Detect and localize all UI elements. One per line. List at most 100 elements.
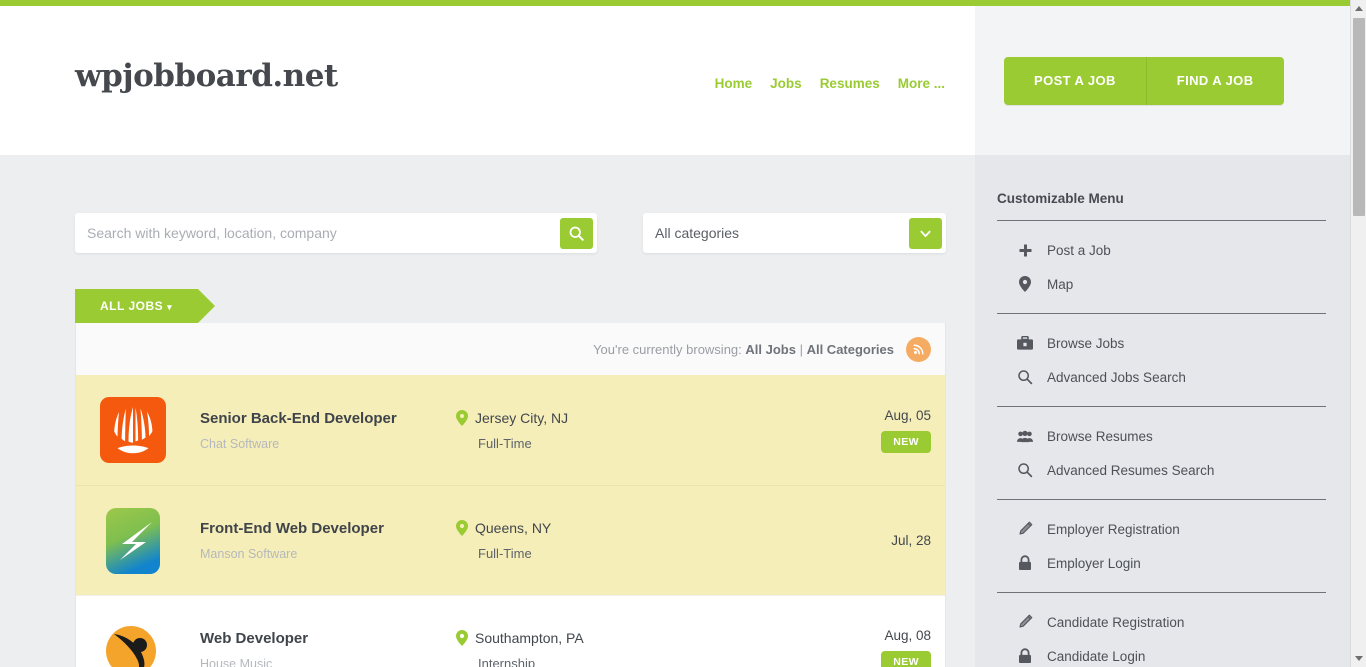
sidebar-item-candidate-login[interactable]: Candidate Login: [997, 639, 1326, 667]
scrollbar-thumb[interactable]: [1353, 18, 1365, 216]
sidebar-item-employer-registration[interactable]: Employer Registration: [997, 512, 1326, 546]
job-primary-info: Senior Back-End Developer Chat Software: [166, 410, 456, 451]
triangle-down-icon: [1355, 656, 1363, 661]
nav-item-resumes[interactable]: Resumes: [820, 76, 880, 91]
job-city: Queens, NY: [475, 520, 552, 536]
search-icon: [569, 226, 584, 241]
tab-all-jobs-label: ALL JOBS: [100, 299, 164, 313]
sidebar-item-browse-resumes[interactable]: Browse Resumes: [997, 419, 1326, 453]
company-logo-orange-black-swoosh: [100, 617, 166, 667]
sidebar-item-advanced-resumes-search[interactable]: Advanced Resumes Search: [997, 453, 1326, 487]
job-row[interactable]: Web Developer House Music Southampton, P…: [76, 595, 945, 667]
sidebar-item-map[interactable]: Map: [997, 267, 1326, 301]
search-box: [75, 213, 597, 253]
nav-item-more[interactable]: More ...: [898, 76, 945, 91]
search-row: All categories: [0, 155, 975, 263]
sidebar-item-label: Advanced Resumes Search: [1047, 462, 1215, 478]
sidebar-item-label: Browse Jobs: [1047, 335, 1125, 351]
sidebar-item-advanced-jobs-search[interactable]: Advanced Jobs Search: [997, 360, 1326, 394]
job-primary-info: Web Developer House Music: [166, 630, 456, 667]
job-meta: Jul, 28: [845, 533, 931, 548]
nav-item-home[interactable]: Home: [715, 76, 753, 91]
job-location-info: Queens, NY Full-Time: [456, 520, 786, 561]
rss-icon: [913, 344, 924, 355]
chevron-down-icon: ▾: [167, 302, 173, 312]
map-pin-icon: [1017, 276, 1033, 292]
sidebar-item-browse-jobs[interactable]: Browse Jobs: [997, 326, 1326, 360]
sidebar-item-label: Advanced Jobs Search: [1047, 369, 1186, 385]
sidebar-group-candidate: Candidate Registration Candidate Login: [997, 593, 1326, 667]
browsing-status-bar: You're currently browsing: All Jobs | Al…: [76, 323, 945, 375]
find-a-job-button[interactable]: FIND A JOB: [1145, 57, 1284, 105]
job-meta: Aug, 05 NEW: [845, 408, 931, 453]
sidebar-item-label: Employer Login: [1047, 555, 1141, 571]
primary-nav: Home Jobs Resumes More ...: [715, 76, 945, 91]
scroll-down-button[interactable]: [1351, 650, 1366, 667]
category-select[interactable]: All categories: [643, 213, 946, 253]
pencil-icon: [1017, 614, 1033, 630]
job-title[interactable]: Front-End Web Developer: [200, 520, 456, 537]
sidebar-header: POST A JOB FIND A JOB: [975, 6, 1350, 155]
map-pin-icon: [456, 630, 468, 646]
job-location-info: Southampton, PA Internship: [456, 630, 786, 667]
sidebar-item-label: Browse Resumes: [1047, 428, 1153, 444]
search-icon: [1017, 369, 1033, 385]
plus-icon: [1017, 242, 1033, 258]
browsing-separator: |: [795, 341, 807, 357]
job-title[interactable]: Web Developer: [200, 630, 456, 647]
sidebar-item-label: Map: [1047, 276, 1074, 292]
job-company: Manson Software: [200, 547, 298, 561]
company-logo-globe-orange: [100, 397, 166, 463]
listing-tabs: ALL JOBS ▾: [75, 289, 946, 323]
cta-button-group: POST A JOB FIND A JOB: [1004, 57, 1284, 105]
job-type: Internship: [478, 656, 536, 667]
site-logo[interactable]: wpjobboard.net: [75, 58, 338, 94]
map-pin-icon: [456, 409, 468, 426]
job-type: Full-Time: [478, 435, 532, 451]
sidebar-group-jobs: Browse Jobs Advanced Jobs Search: [997, 314, 1326, 407]
pencil-icon: [1017, 521, 1033, 537]
browser-viewport: wpjobboard.net Home Jobs Resumes More ..…: [0, 0, 1366, 667]
job-new-badge: NEW: [881, 430, 931, 453]
listing-panel: You're currently browsing: All Jobs | Al…: [75, 323, 946, 667]
post-a-job-button[interactable]: POST A JOB: [1004, 57, 1146, 105]
browsing-prefix: You're currently browsing:: [593, 341, 746, 357]
sidebar-item-employer-login[interactable]: Employer Login: [997, 546, 1326, 580]
job-row[interactable]: Senior Back-End Developer Chat Software …: [76, 375, 945, 485]
scroll-up-button[interactable]: [1351, 0, 1366, 17]
nav-item-jobs[interactable]: Jobs: [770, 76, 802, 91]
people-icon: [1017, 428, 1033, 444]
tab-all-jobs[interactable]: ALL JOBS ▾: [75, 289, 216, 323]
job-date: Aug, 05: [884, 407, 931, 423]
sidebar-item-label: Post a Job: [1047, 242, 1111, 258]
search-submit-button[interactable]: [560, 217, 593, 249]
search-input[interactable]: [75, 225, 560, 241]
sidebar-item-candidate-registration[interactable]: Candidate Registration: [997, 605, 1326, 639]
lock-icon: [1017, 555, 1033, 571]
browsing-category-filter[interactable]: All Categories: [807, 342, 894, 357]
job-type: Full-Time: [478, 546, 532, 561]
sidebar-item-post-a-job[interactable]: Post a Job: [997, 233, 1326, 267]
briefcase-icon: [1017, 335, 1033, 351]
sidebar-group-post: Post a Job Map: [997, 221, 1326, 314]
job-meta: Aug, 08 NEW: [845, 628, 931, 667]
job-date: Aug, 08: [884, 628, 931, 643]
category-dropdown-button[interactable]: [909, 217, 942, 249]
search-icon: [1017, 462, 1033, 478]
rss-feed-button[interactable]: [906, 336, 931, 362]
browser-scrollbar[interactable]: [1350, 0, 1366, 667]
sidebar-item-label: Employer Registration: [1047, 521, 1180, 537]
job-title[interactable]: Senior Back-End Developer: [200, 410, 456, 427]
lock-icon: [1017, 648, 1033, 664]
page-root: wpjobboard.net Home Jobs Resumes More ..…: [0, 6, 1350, 667]
job-company: House Music: [200, 657, 273, 667]
sidebar-title: Customizable Menu: [997, 191, 1326, 221]
job-row[interactable]: Front-End Web Developer Manson Software …: [76, 485, 945, 595]
sidebar-group-employer: Employer Registration Employer Login: [997, 500, 1326, 593]
job-location-info: Jersey City, NJ Full-Time: [456, 409, 786, 451]
sidebar-item-label: Candidate Registration: [1047, 614, 1185, 630]
sidebar-column: POST A JOB FIND A JOB Customizable Menu: [975, 6, 1350, 667]
browsing-jobs-filter[interactable]: All Jobs: [745, 342, 796, 357]
job-new-badge: NEW: [881, 651, 931, 667]
chevron-down-icon: [920, 230, 931, 237]
